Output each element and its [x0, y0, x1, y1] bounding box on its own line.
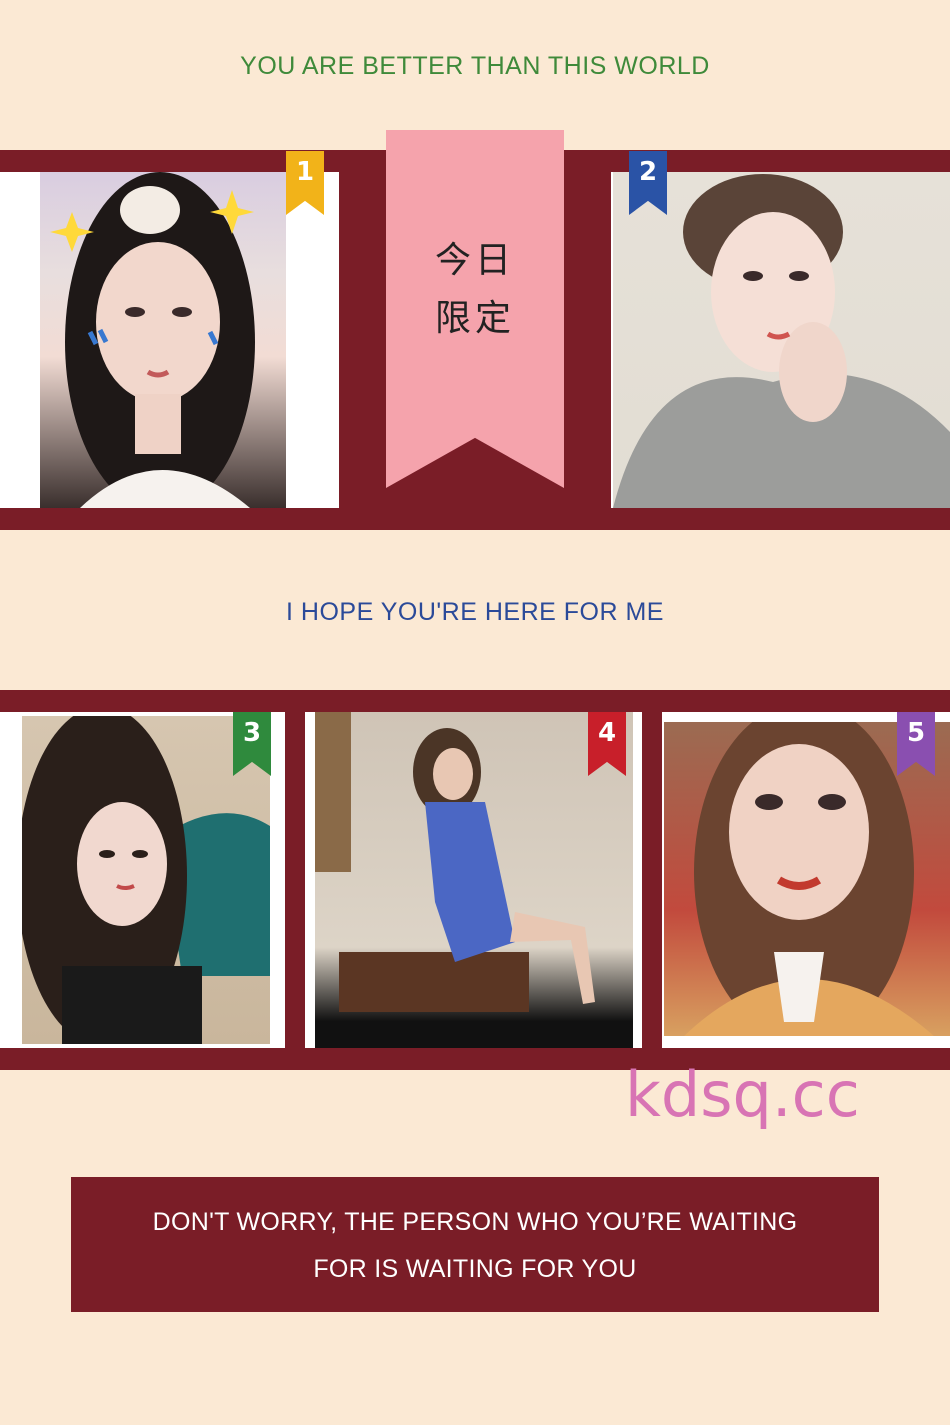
middle-heading: I HOPE YOU'RE HERE FOR ME: [286, 598, 664, 626]
watermark: kdsq.cc: [625, 1058, 860, 1131]
quote-line-1: DON'T WORRY, THE PERSON WHO YOU’RE WAITI…: [152, 1208, 798, 1236]
ribbon-line-1: 今日: [434, 240, 515, 281]
photo-card-1[interactable]: [0, 172, 339, 508]
ribbon-line-2: 限定: [434, 298, 515, 339]
photo-5-image: [664, 722, 950, 1036]
ribbon-label: 今日 限定: [386, 232, 564, 348]
photo-card-2[interactable]: [611, 172, 950, 508]
photo-4-image: [315, 712, 633, 1048]
photo-2-image: [613, 172, 950, 508]
quote-box: DON'T WORRY, THE PERSON WHO YOU’RE WAITI…: [71, 1177, 879, 1312]
photo-1-image: [40, 172, 286, 508]
photo-3-image: [22, 716, 270, 1044]
quote-line-2: FOR IS WAITING FOR YOU: [313, 1255, 637, 1283]
quote-text: DON'T WORRY, THE PERSON WHO YOU’RE WAITI…: [91, 1199, 859, 1293]
top-heading: YOU ARE BETTER THAN THIS WORLD: [240, 52, 710, 80]
